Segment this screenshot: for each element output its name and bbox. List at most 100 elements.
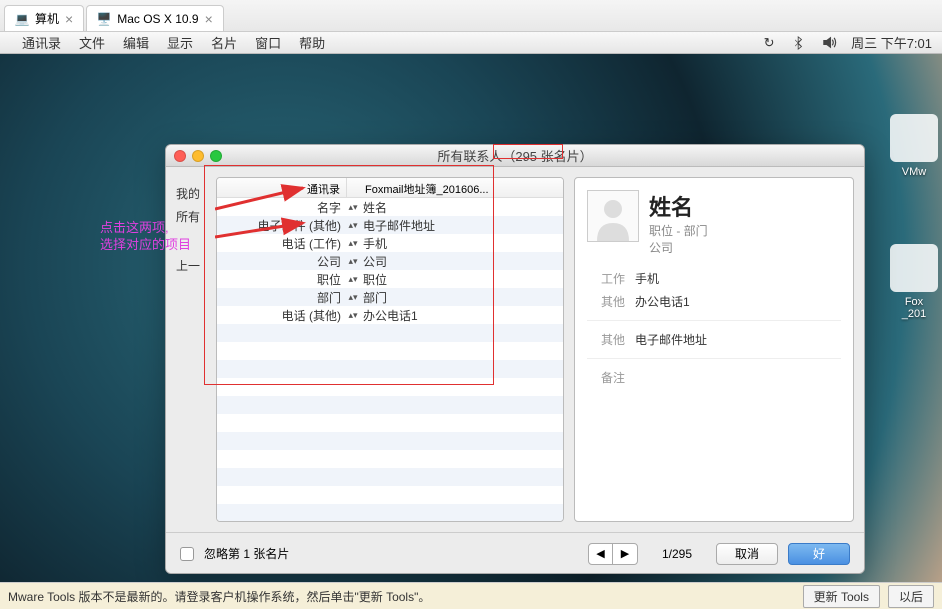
computer-icon: 💻 bbox=[15, 12, 29, 26]
desktop-icon-fox[interactable]: Fox _201 bbox=[890, 244, 938, 320]
ok-button[interactable]: 好 bbox=[788, 543, 850, 565]
mapping-header: 通讯录 Foxmail地址簿_201606... bbox=[217, 178, 563, 198]
dropdown-icon[interactable]: ▴▾ bbox=[347, 256, 359, 267]
desktop-wallpaper: VMw Fox _201 点击这两项, 选择对应的项目 所有联系人（295 张名… bbox=[0, 54, 942, 582]
menu-window[interactable]: 窗口 bbox=[255, 33, 281, 52]
mapping-value: 电子邮件地址 bbox=[359, 217, 563, 234]
tab-label: 算机 bbox=[35, 10, 59, 27]
mapping-row bbox=[217, 504, 563, 522]
mapping-label[interactable]: 电子邮件 (其他) bbox=[217, 217, 347, 234]
minimize-button[interactable] bbox=[192, 150, 204, 162]
volume-icon[interactable] bbox=[821, 35, 837, 51]
header-source: Foxmail地址簿_201606... bbox=[359, 178, 495, 197]
import-dialog: 所有联系人（295 张名片） 我的 所有 上一 通讯录 Foxmail地址簿_2… bbox=[165, 144, 865, 574]
mapping-row[interactable]: 电话 (其他)▴▾办公电话1 bbox=[217, 306, 563, 324]
mapping-value: 职位 bbox=[359, 271, 563, 288]
mapping-label[interactable]: 职位 bbox=[217, 271, 347, 288]
mapping-row bbox=[217, 378, 563, 396]
prev-button[interactable]: ◀ bbox=[589, 544, 613, 564]
preview-panel: 姓名 职位 - 部门 公司 工作手机 其他办公电话1 其他电子邮件地址 bbox=[574, 177, 854, 522]
mapping-row[interactable]: 电子邮件 (其他)▴▾电子邮件地址 bbox=[217, 216, 563, 234]
close-icon[interactable]: × bbox=[205, 11, 213, 27]
dialog-footer: 忽略第 1 张名片 ◀ ▶ 1/295 取消 好 bbox=[166, 532, 864, 574]
file-icon bbox=[890, 244, 938, 292]
dropdown-icon[interactable]: ▴▾ bbox=[347, 220, 359, 231]
preview-field: 其他电子邮件地址 bbox=[587, 331, 841, 348]
mapping-row bbox=[217, 324, 563, 342]
menu-card[interactable]: 名片 bbox=[211, 33, 237, 52]
mapping-row[interactable]: 职位▴▾职位 bbox=[217, 270, 563, 288]
titlebar[interactable]: 所有联系人（295 张名片） bbox=[166, 145, 864, 167]
preview-field: 工作手机 bbox=[587, 270, 841, 287]
close-button[interactable] bbox=[174, 150, 186, 162]
header-contacts: 通讯录 bbox=[217, 178, 347, 197]
mapping-row bbox=[217, 360, 563, 378]
mapping-row[interactable]: 名字▴▾姓名 bbox=[217, 198, 563, 216]
mapping-row bbox=[217, 486, 563, 504]
dropdown-icon[interactable]: ▴▾ bbox=[347, 310, 359, 321]
mapping-value: 办公电话1 bbox=[359, 307, 563, 324]
preview-company: 公司 bbox=[649, 239, 708, 256]
dropdown-icon[interactable]: ▴▾ bbox=[347, 238, 359, 249]
mapping-row bbox=[217, 396, 563, 414]
mapping-label[interactable]: 名字 bbox=[217, 199, 347, 216]
cancel-button[interactable]: 取消 bbox=[716, 543, 778, 565]
browser-tab-2[interactable]: 🖥️ Mac OS X 10.9 × bbox=[86, 5, 224, 31]
mapping-row[interactable]: 部门▴▾部门 bbox=[217, 288, 563, 306]
mapping-label[interactable]: 部门 bbox=[217, 289, 347, 306]
preview-field: 其他办公电话1 bbox=[587, 293, 841, 310]
mapping-rows: 名字▴▾姓名电子邮件 (其他)▴▾电子邮件地址电话 (工作)▴▾手机公司▴▾公司… bbox=[217, 198, 563, 522]
next-button[interactable]: ▶ bbox=[613, 544, 637, 564]
mapping-panel: 通讯录 Foxmail地址簿_201606... 名字▴▾姓名电子邮件 (其他)… bbox=[216, 177, 564, 522]
avatar bbox=[587, 190, 639, 242]
vmware-statusbar: Mware Tools 版本不是最新的。请登录客户机操作系统，然后单击"更新 T… bbox=[0, 582, 942, 609]
sidebar-item: 我的 bbox=[176, 185, 206, 202]
menu-contacts[interactable]: 通讯录 bbox=[22, 33, 61, 52]
app-icon bbox=[890, 114, 938, 162]
mapping-row bbox=[217, 414, 563, 432]
mapping-label[interactable]: 电话 (工作) bbox=[217, 235, 347, 252]
mac-menubar: 通讯录 文件 编辑 显示 名片 窗口 帮助 ↻ 周三 下午7:01 bbox=[0, 32, 942, 54]
annotation-text: 点击这两项, 选择对应的项目 bbox=[100, 220, 191, 254]
clock[interactable]: 周三 下午7:01 bbox=[851, 33, 932, 52]
pager: ◀ ▶ bbox=[588, 543, 638, 565]
menu-help[interactable]: 帮助 bbox=[299, 33, 325, 52]
mapping-row bbox=[217, 450, 563, 468]
skip-label: 忽略第 1 张名片 bbox=[204, 545, 289, 562]
browser-tab-1[interactable]: 💻 算机 × bbox=[4, 5, 84, 31]
sync-icon[interactable]: ↻ bbox=[761, 35, 777, 51]
menu-view[interactable]: 显示 bbox=[167, 33, 193, 52]
mapping-label[interactable]: 公司 bbox=[217, 253, 347, 270]
mapping-row[interactable]: 电话 (工作)▴▾手机 bbox=[217, 234, 563, 252]
update-tools-button[interactable]: 更新 Tools bbox=[803, 585, 880, 608]
zoom-button[interactable] bbox=[210, 150, 222, 162]
tab-label: Mac OS X 10.9 bbox=[117, 12, 198, 26]
browser-tab-strip: 💻 算机 × 🖥️ Mac OS X 10.9 × bbox=[0, 0, 942, 32]
page-indicator: 1/295 bbox=[662, 547, 692, 561]
vm-icon: 🖥️ bbox=[97, 12, 111, 26]
menu-edit[interactable]: 编辑 bbox=[123, 33, 149, 52]
preview-subtitle: 职位 - 部门 bbox=[649, 222, 708, 239]
mapping-value: 公司 bbox=[359, 253, 563, 270]
mapping-value: 部门 bbox=[359, 289, 563, 306]
close-icon[interactable]: × bbox=[65, 11, 73, 27]
later-button[interactable]: 以后 bbox=[888, 585, 934, 608]
dropdown-icon[interactable]: ▴▾ bbox=[347, 292, 359, 303]
icon-label: Fox _201 bbox=[902, 296, 926, 320]
mapping-label[interactable]: 电话 (其他) bbox=[217, 307, 347, 324]
desktop-icon-vmw[interactable]: VMw bbox=[890, 114, 938, 178]
window-title: 所有联系人（295 张名片） bbox=[166, 146, 864, 165]
traffic-lights bbox=[174, 150, 222, 162]
status-text: Mware Tools 版本不是最新的。请登录客户机操作系统，然后单击"更新 T… bbox=[8, 588, 430, 605]
dropdown-icon[interactable]: ▴▾ bbox=[347, 202, 359, 213]
mapping-value: 姓名 bbox=[359, 199, 563, 216]
icon-label: VMw bbox=[902, 166, 926, 178]
skip-checkbox[interactable] bbox=[180, 547, 194, 561]
dropdown-icon[interactable]: ▴▾ bbox=[347, 274, 359, 285]
preview-note: 备注 bbox=[587, 369, 841, 386]
mapping-row bbox=[217, 342, 563, 360]
menu-file[interactable]: 文件 bbox=[79, 33, 105, 52]
preview-name: 姓名 bbox=[649, 190, 708, 222]
mapping-row[interactable]: 公司▴▾公司 bbox=[217, 252, 563, 270]
bluetooth-icon[interactable] bbox=[791, 35, 807, 51]
